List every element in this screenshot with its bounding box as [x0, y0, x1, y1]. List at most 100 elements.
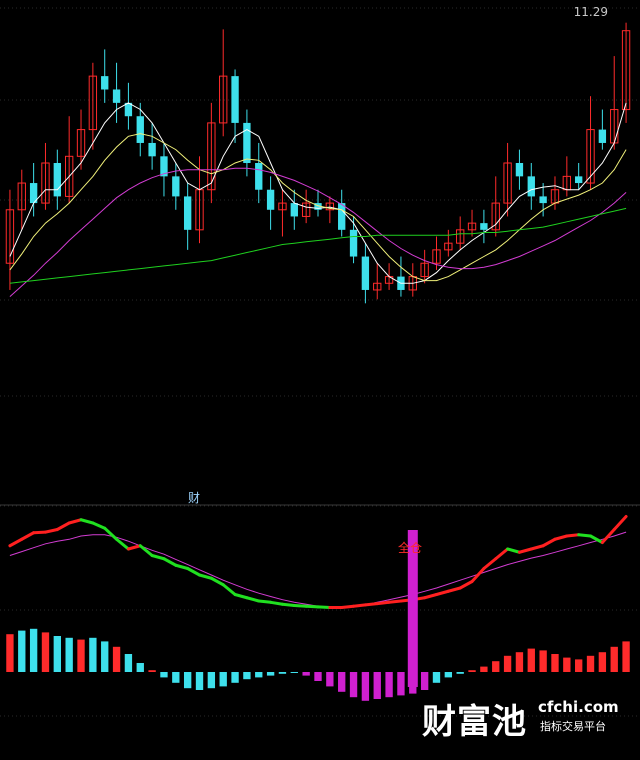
histogram-bar [527, 648, 535, 672]
bull-bear-segment [316, 605, 332, 609]
bull-bear-segment [257, 599, 273, 604]
bull-bear-segment [612, 515, 628, 531]
bull-bear-segment [340, 604, 356, 609]
candle-body [231, 76, 239, 123]
candle-body [539, 196, 547, 204]
histogram-bar [515, 652, 524, 672]
bull-bear-segment [162, 557, 178, 567]
bull-bear-segment [446, 586, 462, 593]
histogram-bar [243, 672, 251, 680]
histogram-bar [468, 670, 476, 672]
histogram-bar [231, 672, 239, 683]
histogram-bar [266, 672, 275, 676]
bull-bear-segment [79, 518, 95, 525]
bull-bear-segment [20, 531, 36, 541]
candle-body [527, 176, 535, 197]
histogram-bar [29, 628, 38, 672]
watermark-brand: 财富池 [422, 702, 527, 742]
bull-bear-segment [375, 600, 391, 606]
bull-bear-segment [198, 573, 213, 580]
histogram-bar [183, 672, 192, 689]
candle-body [53, 163, 61, 197]
histogram-bar [148, 670, 156, 672]
histogram-bar [551, 654, 559, 672]
indicator-histogram [6, 628, 630, 701]
histogram-bar [195, 672, 204, 690]
bull-bear-segment [150, 554, 166, 561]
bull-bear-segment [280, 602, 296, 608]
bull-bear-segment [577, 533, 593, 538]
histogram-bar [598, 652, 607, 672]
candle-body [243, 122, 251, 163]
histogram-bar [444, 672, 453, 678]
candle-body [172, 176, 180, 197]
histogram-bar [373, 672, 381, 699]
candle-body [290, 203, 298, 217]
histogram-bar [397, 672, 405, 696]
histogram-bar [314, 672, 322, 681]
histogram-bar [361, 672, 370, 701]
bull-bear-segment [8, 537, 24, 548]
bull-bear-segment [91, 521, 107, 530]
histogram-bar [586, 655, 595, 672]
bull-bear-segment [541, 537, 557, 548]
candle-body [598, 129, 607, 143]
histogram-bar [219, 672, 227, 687]
ma-line-ma60 [9, 207, 627, 284]
chart-canvas [0, 7, 640, 717]
bull-bear-segment [292, 604, 308, 608]
candle-body [338, 203, 346, 230]
grid-lines [0, 7, 640, 717]
histogram-bar [338, 672, 346, 692]
candle-body [349, 229, 358, 257]
histogram-bar [89, 637, 97, 672]
indicator-panel-tag: 财 [188, 491, 201, 505]
bull-bear-segment [221, 583, 237, 596]
candle-body [480, 223, 488, 230]
histogram-bar [456, 672, 464, 674]
candle-body [575, 176, 583, 184]
bull-bear-segment [269, 600, 284, 606]
bull-bear-segment [43, 528, 59, 534]
histogram-bar [539, 650, 547, 672]
candle-body [183, 196, 192, 230]
histogram-bar [622, 641, 630, 672]
bull-bear-segment [458, 580, 474, 590]
bull-bear-segment [482, 557, 498, 570]
candle-body [101, 76, 109, 90]
histogram-bar [101, 641, 109, 672]
bull-bear-segment [363, 602, 379, 607]
bull-bear-segment [138, 544, 154, 557]
histogram-bar [610, 646, 618, 672]
candlestick-series [5, 22, 631, 304]
histogram-bar [326, 672, 334, 687]
histogram-bar [124, 654, 133, 672]
histogram-bar [385, 672, 393, 698]
histogram-bar [160, 672, 168, 678]
histogram-bar [172, 672, 180, 683]
last-price-label: 11.29 [573, 5, 608, 19]
bull-bear-segment [55, 521, 71, 531]
histogram-bar [420, 672, 429, 690]
histogram-bar [6, 634, 14, 672]
watermark-site: cfchi.com [538, 698, 619, 716]
candle-body [515, 163, 524, 177]
histogram-bar [18, 630, 26, 672]
bull-bear-segment [352, 603, 367, 608]
histogram-bar [41, 632, 50, 672]
bull-bear-segment [434, 589, 450, 596]
bull-bear-segment [423, 593, 438, 600]
histogram-bar [53, 636, 61, 672]
bull-bear-segment [233, 593, 249, 600]
bull-bear-segment [506, 547, 521, 554]
signal-line [9, 531, 627, 609]
candle-body [148, 142, 156, 157]
bull-bear-segment [67, 518, 83, 525]
chart-window: 11.29 财 全仓 财富池 cfchi.com 指标交易平台 [0, 0, 640, 760]
bull-bear-segment [494, 547, 510, 561]
histogram-bar [563, 657, 571, 672]
bull-bear-segment [553, 534, 569, 541]
histogram-bar [290, 672, 298, 673]
watermark-tagline: 指标交易平台 [540, 720, 606, 733]
signal-text: 全仓 [398, 541, 423, 555]
